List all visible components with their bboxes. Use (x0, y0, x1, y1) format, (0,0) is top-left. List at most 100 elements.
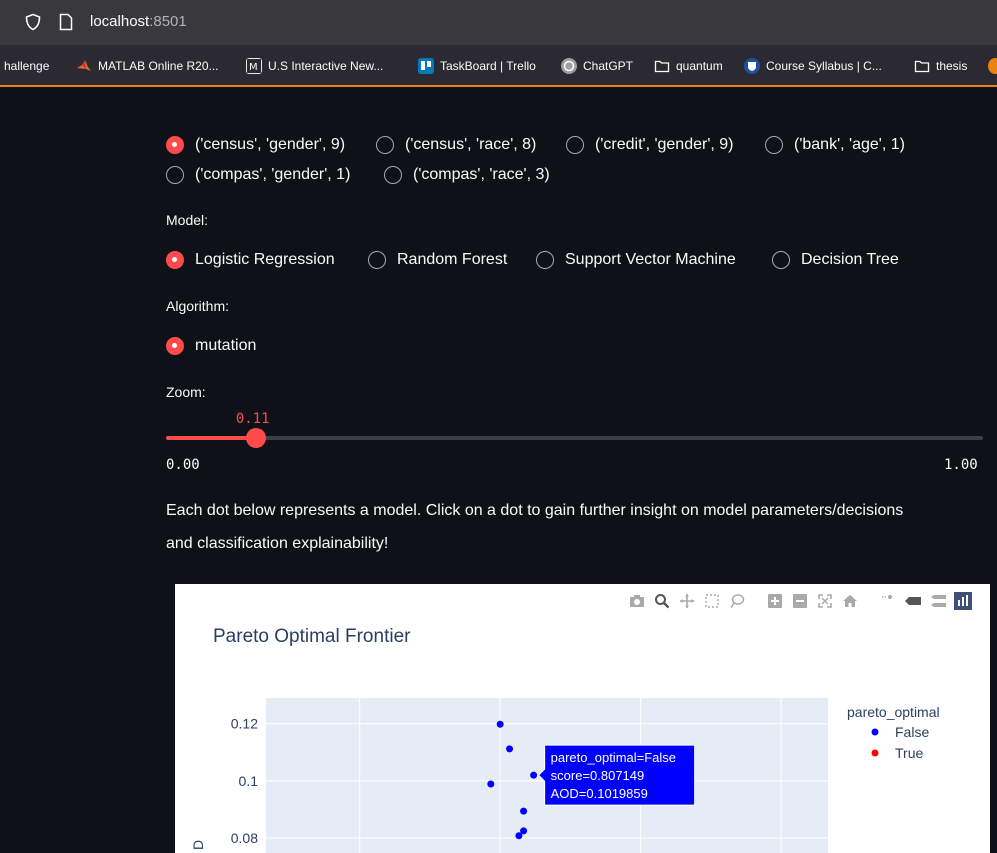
hover-tooltip-line: score=0.807149 (551, 768, 645, 783)
bookmark-challenge[interactable]: hallenge (4, 57, 49, 75)
zoom-max: 1.00 (944, 457, 978, 473)
radio-unselected-icon (384, 166, 402, 184)
radio-label: Random Forest (397, 251, 508, 268)
course-icon (744, 58, 760, 74)
camera-icon[interactable] (628, 592, 646, 610)
radio-label: Decision Tree (801, 251, 899, 268)
page-icon (58, 13, 74, 36)
bookmark-matlab[interactable]: MATLAB Online R20... (76, 57, 219, 75)
pan-icon[interactable] (678, 592, 696, 610)
autoscale-icon[interactable] (816, 592, 834, 610)
shield-icon[interactable] (24, 13, 42, 36)
scatter-plot[interactable]: Pareto Optimal Frontier 0.12 0.1 0.08 D pa… (175, 584, 990, 853)
radio-dataset-1[interactable]: ('census', 'race', 8) (376, 136, 536, 154)
bookmark-trello[interactable]: TaskBoard | Trello (418, 57, 536, 75)
radio-dataset-2[interactable]: ('credit', 'gender', 9) (566, 136, 734, 154)
radio-dataset-4[interactable]: ('compas', 'gender', 1) (166, 166, 350, 184)
overflow-bookmark-icon[interactable] (988, 58, 997, 74)
url-text[interactable]: localhost:8501 (90, 13, 187, 30)
bookmark-label: quantum (676, 59, 723, 73)
radio-model-svm[interactable]: Support Vector Machine (536, 251, 736, 269)
matlab-icon (76, 58, 92, 74)
bookmark-label: TaskBoard | Trello (440, 59, 536, 73)
modebar-separator (753, 592, 759, 610)
algorithm-label: Algorithm: (166, 298, 230, 314)
legend-marker[interactable] (871, 749, 879, 757)
radio-label: mutation (195, 337, 257, 354)
hover-compare-icon[interactable] (929, 592, 947, 610)
description-line-2: and classification explainability! (166, 535, 389, 552)
legend-title: pareto_optimal (847, 704, 940, 720)
plotly-logo-icon[interactable] (954, 592, 972, 610)
radio-label: Support Vector Machine (565, 251, 736, 268)
radio-model-decision-tree[interactable]: Decision Tree (772, 251, 899, 269)
folder-icon (914, 58, 930, 74)
legend-entry[interactable]: True (895, 745, 923, 761)
url-bar[interactable]: localhost:8501 (0, 0, 997, 45)
y-tick-label: 0.1 (239, 773, 259, 789)
radio-model-random-forest[interactable]: Random Forest (368, 251, 507, 269)
radio-label: Logistic Regression (195, 251, 335, 268)
pareto-chart[interactable]: Pareto Optimal Frontier 0.12 0.1 0.08 D pa… (175, 584, 990, 853)
radio-model-logistic-regression[interactable]: Logistic Regression (166, 251, 335, 269)
zoom-slider-thumb[interactable] (245, 428, 266, 448)
bookmark-thesis[interactable]: thesis (914, 57, 967, 75)
bookmark-course-syllabus[interactable]: Course Syllabus | C... (744, 57, 882, 75)
data-point[interactable] (506, 745, 514, 753)
bookmark-us-interactive[interactable]: M U.S Interactive New... (246, 57, 383, 75)
y-axis-label: D (190, 840, 206, 850)
zoom-icon[interactable] (653, 592, 671, 610)
radio-label: ('compas', 'race', 3) (413, 166, 550, 183)
radio-algorithm-mutation[interactable]: mutation (166, 337, 256, 355)
zoom-slider-track[interactable] (166, 428, 983, 448)
data-point[interactable] (487, 780, 495, 788)
y-tick-label: 0.12 (231, 716, 258, 732)
radio-label: ('bank', 'age', 1) (794, 136, 905, 153)
radio-unselected-icon (765, 136, 783, 154)
lasso-select-icon[interactable] (728, 592, 746, 610)
hover-tooltip: pareto_optimal=False score=0.807149 AOD=0.… (537, 744, 696, 806)
chatgpt-icon (561, 58, 577, 74)
data-point[interactable] (496, 720, 504, 728)
bookmark-chatgpt[interactable]: ChatGPT (561, 57, 633, 75)
legend-entry[interactable]: False (895, 724, 929, 740)
reset-axes-icon[interactable] (841, 592, 859, 610)
box-select-icon[interactable] (703, 592, 721, 610)
radio-dataset-5[interactable]: ('compas', 'race', 3) (384, 166, 550, 184)
chart-title: Pareto Optimal Frontier (213, 626, 411, 647)
radio-label: ('compas', 'gender', 1) (195, 166, 351, 183)
zoom-in-icon[interactable] (766, 592, 784, 610)
news-icon: M (246, 58, 262, 74)
hover-closest-icon[interactable] (904, 592, 922, 610)
modebar-separator (866, 592, 872, 610)
folder-icon (654, 58, 670, 74)
bookmark-quantum[interactable]: quantum (654, 57, 723, 75)
radio-unselected-icon (376, 136, 394, 154)
bookmark-label: U.S Interactive New... (268, 59, 384, 73)
legend-marker[interactable] (871, 728, 879, 736)
bookmark-label: hallenge (4, 59, 50, 73)
radio-unselected-icon (772, 251, 790, 269)
hover-tooltip-line: AOD=0.1019859 (551, 786, 648, 801)
radio-label: ('census', 'gender', 9) (195, 136, 346, 153)
bookmark-label: Course Syllabus | C... (766, 59, 882, 73)
bookmark-label: thesis (936, 59, 968, 73)
data-point[interactable] (515, 832, 523, 840)
radio-selected-icon (166, 251, 184, 269)
data-point[interactable] (530, 771, 538, 779)
trello-icon (418, 58, 434, 74)
zoom-label: Zoom: (166, 384, 206, 400)
chart-legend[interactable]: pareto_optimal False True (847, 704, 940, 761)
radio-dataset-0[interactable]: ('census', 'gender', 9) (166, 136, 345, 154)
zoom-value: 0.11 (235, 411, 270, 427)
radio-unselected-icon (566, 136, 584, 154)
zoom-out-icon[interactable] (791, 592, 809, 610)
data-point[interactable] (520, 807, 528, 815)
bookmark-label: MATLAB Online R20... (98, 59, 219, 73)
radio-dataset-3[interactable]: ('bank', 'age', 1) (765, 136, 905, 154)
y-tick-label: 0.08 (231, 830, 258, 846)
radio-label: ('credit', 'gender', 9) (595, 136, 734, 153)
hover-tooltip-line: pareto_optimal=False (551, 750, 676, 765)
svg-text:M: M (249, 62, 258, 73)
spike-lines-icon[interactable] (879, 592, 897, 610)
